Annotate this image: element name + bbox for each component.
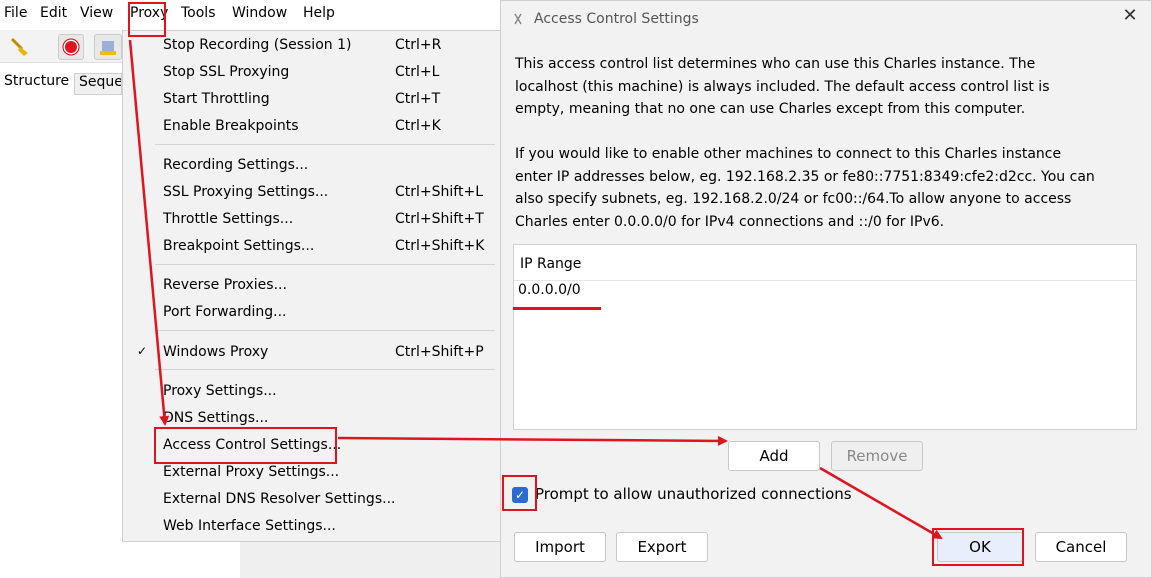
menu-item-accel: Ctrl+Shift+L bbox=[395, 184, 483, 200]
menu-item-ssl-proxying-settings[interactable]: SSL Proxying Settings... Ctrl+Shift+L bbox=[123, 180, 501, 204]
menu-item-label: Start Throttling bbox=[163, 91, 270, 107]
broom-icon[interactable] bbox=[8, 35, 30, 61]
menu-file[interactable]: File bbox=[4, 5, 27, 21]
menu-item-accel: Ctrl+R bbox=[395, 37, 442, 53]
menu-item-enable-breakpoints[interactable]: Enable Breakpoints Ctrl+K bbox=[123, 114, 501, 138]
table-row[interactable]: 0.0.0.0/0 bbox=[518, 282, 581, 298]
menu-item-label: DNS Settings... bbox=[163, 410, 269, 426]
checkmark-icon: ✓ bbox=[137, 344, 148, 358]
menu-tools[interactable]: Tools bbox=[181, 5, 216, 21]
menu-item-start-throttling[interactable]: Start Throttling Ctrl+T bbox=[123, 87, 501, 111]
menu-item-stop-ssl-proxying[interactable]: Stop SSL Proxying Ctrl+L bbox=[123, 60, 501, 84]
menu-help[interactable]: Help bbox=[303, 5, 335, 21]
menu-item-accel: Ctrl+L bbox=[395, 64, 440, 80]
menu-item-accel: Ctrl+Shift+P bbox=[395, 344, 484, 360]
menu-item-external-dns-resolver-settings[interactable]: External DNS Resolver Settings... bbox=[123, 487, 501, 511]
import-button[interactable]: Import bbox=[514, 532, 606, 562]
annotation-box-proxy-menu bbox=[128, 2, 166, 37]
charles-app-icon bbox=[512, 12, 524, 26]
proxy-menu: Stop Recording (Session 1) Ctrl+R Stop SS… bbox=[122, 30, 502, 542]
menu-item-label: Proxy Settings... bbox=[163, 383, 277, 399]
menu-item-label: Reverse Proxies... bbox=[163, 277, 287, 293]
menu-item-accel: Ctrl+T bbox=[395, 91, 441, 107]
menu-item-accel: Ctrl+Shift+K bbox=[395, 238, 485, 254]
annotation-box-ok bbox=[932, 528, 1024, 566]
menu-separator bbox=[155, 330, 495, 331]
menu-item-recording-settings[interactable]: Recording Settings... bbox=[123, 153, 501, 177]
throttle-icon[interactable] bbox=[94, 34, 122, 60]
remove-button[interactable]: Remove bbox=[831, 441, 923, 471]
menu-item-accel: Ctrl+K bbox=[395, 118, 441, 134]
record-icon[interactable] bbox=[58, 34, 84, 60]
text-line: This access control list determines who … bbox=[515, 56, 1036, 72]
menu-item-reverse-proxies[interactable]: Reverse Proxies... bbox=[123, 273, 501, 297]
description-paragraph-2: If you would like to enable other machin… bbox=[515, 143, 1135, 233]
text-line: empty, meaning that no one can use Charl… bbox=[515, 101, 1026, 117]
menu-item-label: Throttle Settings... bbox=[163, 211, 294, 227]
menu-item-label: Port Forwarding... bbox=[163, 304, 287, 320]
dialog-title: Access Control Settings bbox=[534, 11, 699, 27]
menu-item-label: Enable Breakpoints bbox=[163, 118, 299, 134]
menu-item-label: SSL Proxying Settings... bbox=[163, 184, 329, 200]
text-line: enter IP addresses below, eg. 192.168.2.… bbox=[515, 168, 1095, 185]
text-line: localhost (this machine) is always inclu… bbox=[515, 78, 1050, 95]
menu-edit[interactable]: Edit bbox=[40, 5, 67, 21]
menu-item-web-interface-settings[interactable]: Web Interface Settings... bbox=[123, 514, 501, 538]
menu-item-label: Recording Settings... bbox=[163, 157, 309, 173]
menu-item-breakpoint-settings[interactable]: Breakpoint Settings... Ctrl+Shift+K bbox=[123, 234, 501, 258]
menu-item-label: Web Interface Settings... bbox=[163, 518, 336, 534]
menu-view[interactable]: View bbox=[80, 5, 113, 21]
menu-window[interactable]: Window bbox=[232, 5, 287, 21]
status-area bbox=[240, 540, 502, 578]
cancel-button[interactable]: Cancel bbox=[1035, 532, 1127, 562]
text-line: Charles enter 0.0.0.0/0 for IPv4 connect… bbox=[515, 213, 945, 230]
description-paragraph-1: This access control list determines who … bbox=[515, 53, 1135, 121]
menu-item-label: Stop SSL Proxying bbox=[163, 64, 290, 80]
menu-item-label: External DNS Resolver Settings... bbox=[163, 491, 396, 507]
export-button[interactable]: Export bbox=[616, 532, 708, 562]
ip-range-column-header[interactable]: IP Range bbox=[520, 256, 581, 272]
ip-range-table[interactable] bbox=[513, 244, 1137, 430]
menu-separator bbox=[155, 369, 495, 370]
menu-item-label: Stop Recording (Session 1) bbox=[163, 37, 352, 53]
menu-item-label: Windows Proxy bbox=[163, 344, 269, 360]
prompt-checkbox-label: Prompt to allow unauthorized connections bbox=[535, 485, 852, 503]
menu-item-throttle-settings[interactable]: Throttle Settings... Ctrl+Shift+T bbox=[123, 207, 501, 231]
menu-item-proxy-settings[interactable]: Proxy Settings... bbox=[123, 379, 501, 403]
text-line: also specify subnets, eg. 192.168.2.0/24… bbox=[515, 191, 1072, 207]
menu-item-port-forwarding[interactable]: Port Forwarding... bbox=[123, 300, 501, 324]
annotation-box-access-control bbox=[154, 427, 337, 464]
add-button[interactable]: Add bbox=[728, 441, 820, 471]
menu-bar: File Edit View Proxy Tools Window Help bbox=[0, 0, 502, 30]
menu-item-label: Breakpoint Settings... bbox=[163, 238, 315, 254]
tab-sequence[interactable]: Seque bbox=[74, 73, 122, 95]
tab-strip: Structure Seque bbox=[0, 68, 122, 96]
menu-item-stop-recording[interactable]: Stop Recording (Session 1) Ctrl+R bbox=[123, 33, 501, 57]
menu-item-accel: Ctrl+Shift+T bbox=[395, 211, 484, 227]
annotation-underline-ip bbox=[513, 307, 601, 310]
menu-item-label: External Proxy Settings... bbox=[163, 464, 340, 480]
close-icon[interactable]: ✕ bbox=[1120, 6, 1140, 26]
menu-item-windows-proxy[interactable]: ✓ Windows Proxy Ctrl+Shift+P bbox=[123, 340, 501, 364]
header-divider bbox=[514, 280, 1136, 281]
menu-separator bbox=[155, 264, 495, 265]
text-line: If you would like to enable other machin… bbox=[515, 146, 1062, 162]
menu-separator bbox=[155, 144, 495, 145]
annotation-box-checkbox bbox=[502, 475, 537, 511]
tab-structure[interactable]: Structure bbox=[4, 73, 69, 89]
